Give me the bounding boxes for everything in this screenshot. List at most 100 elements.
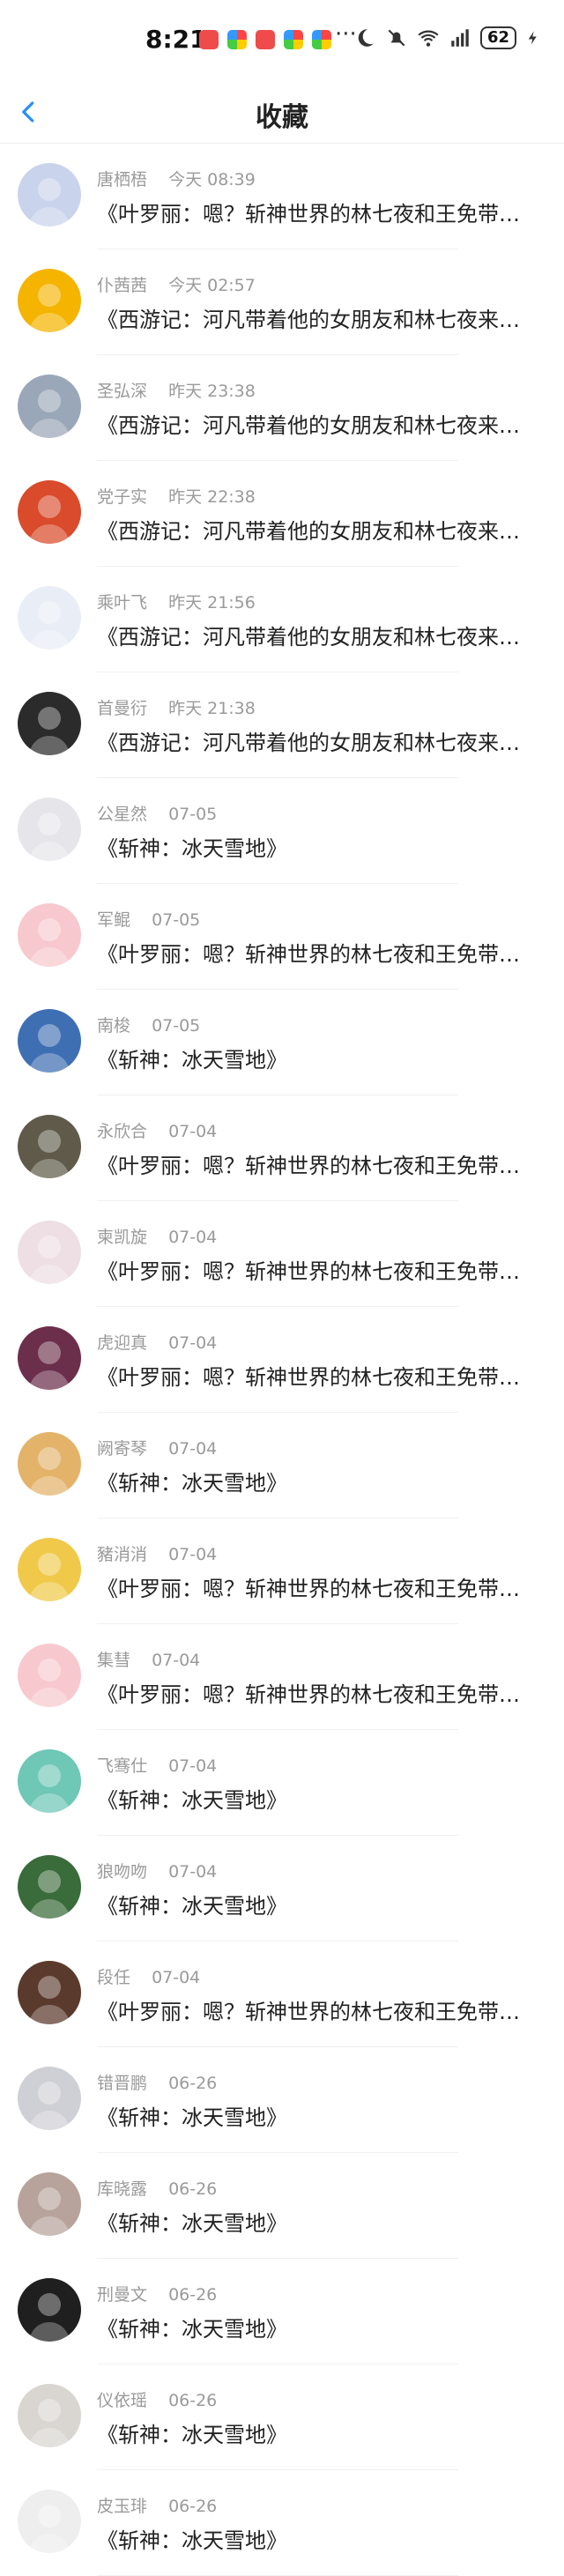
list-item[interactable]: 库晓露 06-26 《斩神：冰天雪地》 — [0, 2153, 564, 2259]
author-name: 柬凯旋 — [97, 1228, 148, 1247]
avatar[interactable] — [18, 1749, 81, 1813]
item-title: 《叶罗丽：嗯？斩神世界的林七夜和王免带… — [97, 1154, 520, 1178]
item-title: 《斩神：冰天雪地》 — [97, 1471, 287, 1496]
author-name: 仪依瑶 — [97, 2391, 148, 2410]
timestamp: 06-26 — [168, 2285, 218, 2305]
signal-icon — [449, 26, 471, 49]
avatar[interactable] — [18, 1432, 81, 1496]
notification-icons — [199, 30, 331, 49]
avatar[interactable] — [18, 903, 81, 967]
item-meta: 刑曼文 06-26 — [97, 2282, 217, 2305]
status-bar: 8:21 ··· 62 — [0, 0, 564, 81]
avatar[interactable] — [18, 1961, 81, 2024]
avatar[interactable] — [18, 2067, 81, 2130]
item-title: 《西游记：河凡带着他的女朋友和林七夜来… — [97, 731, 520, 755]
item-title: 《斩神：冰天雪地》 — [97, 2105, 287, 2130]
timestamp: 06-26 — [168, 2497, 218, 2516]
item-meta: 仆茜茜 今天 02:57 — [97, 272, 256, 296]
author-name: 刑曼文 — [97, 2285, 148, 2305]
list-item[interactable]: 圣弘深 昨天 23:38 《西游记：河凡带着他的女朋友和林七夜来… — [0, 355, 564, 461]
author-name: 虎迎真 — [97, 1333, 148, 1353]
list-item[interactable]: 公星然 07-05 《斩神：冰天雪地》 — [0, 778, 564, 884]
author-name: 军鲲 — [97, 910, 131, 930]
list-item[interactable]: 首曼衍 昨天 21:38 《西游记：河凡带着他的女朋友和林七夜来… — [0, 672, 564, 778]
list-item[interactable]: 皮玉琲 06-26 《斩神：冰天雪地》 — [0, 2470, 564, 2576]
avatar[interactable] — [18, 1009, 81, 1073]
mute-bell-icon — [385, 26, 408, 49]
timestamp: 07-04 — [168, 1756, 218, 1776]
status-time: 8:21 — [145, 25, 207, 54]
item-title: 《叶罗丽：嗯？斩神世界的林七夜和王免带… — [97, 1365, 520, 1390]
item-meta: 柬凯旋 07-04 — [97, 1224, 217, 1248]
list-item[interactable]: 仆茜茜 今天 02:57 《西游记：河凡带着他的女朋友和林七夜来… — [0, 249, 564, 355]
item-title: 《斩神：冰天雪地》 — [97, 2423, 287, 2447]
author-name: 唐栖梧 — [97, 170, 148, 189]
item-meta: 段任 07-04 — [97, 1964, 200, 1988]
list-item[interactable]: 集彗 07-04 《叶罗丽：嗯？斩神世界的林七夜和王免带… — [0, 1624, 564, 1730]
item-meta: 公星然 07-05 — [97, 801, 217, 825]
item-title: 《斩神：冰天雪地》 — [97, 1048, 287, 1073]
item-title: 《斩神：冰天雪地》 — [97, 2317, 287, 2342]
avatar[interactable] — [18, 375, 81, 438]
item-title: 《斩神：冰天雪地》 — [97, 1894, 287, 1919]
item-meta: 乘叶飞 昨天 21:56 — [97, 590, 256, 613]
list-item[interactable]: 军鲲 07-05 《叶罗丽：嗯？斩神世界的林七夜和王免带… — [0, 884, 564, 990]
list-item[interactable]: 阙寄琴 07-04 《斩神：冰天雪地》 — [0, 1413, 564, 1518]
app-notification-icon — [312, 30, 331, 49]
list-item[interactable]: 段任 07-04 《叶罗丽：嗯？斩神世界的林七夜和王免带… — [0, 1941, 564, 2047]
list-item[interactable]: 党子实 昨天 22:38 《西游记：河凡带着他的女朋友和林七夜来… — [0, 461, 564, 567]
item-meta: 永欣合 07-04 — [97, 1118, 217, 1142]
author-name: 首曼衍 — [97, 699, 148, 718]
list-item[interactable]: 唐栖梧 今天 08:39 《叶罗丽：嗯？斩神世界的林七夜和王免带… — [0, 144, 564, 249]
list-item[interactable]: 仪依瑶 06-26 《斩神：冰天雪地》 — [0, 2364, 564, 2470]
avatar[interactable] — [18, 1644, 81, 1707]
item-title: 《斩神：冰天雪地》 — [97, 2211, 287, 2236]
list-item[interactable]: 飞骞仕 07-04 《斩神：冰天雪地》 — [0, 1730, 564, 1836]
avatar[interactable] — [18, 692, 81, 755]
avatar[interactable] — [18, 2278, 81, 2342]
avatar[interactable] — [18, 1221, 81, 1284]
list-item[interactable]: 乘叶飞 昨天 21:56 《西游记：河凡带着他的女朋友和林七夜来… — [0, 567, 564, 672]
timestamp: 07-04 — [168, 1122, 218, 1141]
author-name: 仆茜茜 — [97, 276, 148, 295]
item-title: 《斩神：冰天雪地》 — [97, 836, 287, 861]
avatar[interactable] — [18, 163, 81, 226]
avatar[interactable] — [18, 798, 81, 861]
avatar[interactable] — [18, 2172, 81, 2236]
battery-indicator: 62 — [479, 26, 516, 49]
list-item[interactable]: 错晋鹏 06-26 《斩神：冰天雪地》 — [0, 2047, 564, 2153]
item-title: 《西游记：河凡带着他的女朋友和林七夜来… — [97, 413, 520, 438]
list-item[interactable]: 柬凯旋 07-04 《叶罗丽：嗯？斩神世界的林七夜和王免带… — [0, 1201, 564, 1307]
avatar[interactable] — [18, 2490, 81, 2553]
item-title: 《叶罗丽：嗯？斩神世界的林七夜和王免带… — [97, 202, 520, 226]
avatar[interactable] — [18, 2384, 81, 2447]
list-item[interactable]: 永欣合 07-04 《叶罗丽：嗯？斩神世界的林七夜和王免带… — [0, 1095, 564, 1201]
timestamp: 06-26 — [168, 2391, 218, 2410]
timestamp: 07-05 — [152, 1016, 201, 1036]
avatar[interactable] — [18, 269, 81, 332]
item-meta: 党子实 昨天 22:38 — [97, 484, 256, 508]
avatar[interactable] — [18, 1115, 81, 1178]
timestamp: 06-26 — [168, 2074, 218, 2093]
avatar[interactable] — [18, 480, 81, 544]
author-name: 永欣合 — [97, 1122, 148, 1141]
item-title: 《西游记：河凡带着他的女朋友和林七夜来… — [97, 625, 520, 650]
avatar[interactable] — [18, 1538, 81, 1601]
author-name: 公星然 — [97, 805, 148, 824]
timestamp: 昨天 23:38 — [168, 382, 256, 401]
list-item[interactable]: 南梭 07-05 《斩神：冰天雪地》 — [0, 990, 564, 1095]
author-name: 圣弘深 — [97, 382, 148, 401]
list-item[interactable]: 狼吻吻 07-04 《斩神：冰天雪地》 — [0, 1836, 564, 1941]
item-title: 《西游记：河凡带着他的女朋友和林七夜来… — [97, 519, 520, 544]
list-item[interactable]: 虎迎真 07-04 《叶罗丽：嗯？斩神世界的林七夜和王免带… — [0, 1307, 564, 1413]
item-title: 《斩神：冰天雪地》 — [97, 1788, 287, 1813]
list-item[interactable]: 豬消消 07-04 《叶罗丽：嗯？斩神世界的林七夜和王免带… — [0, 1518, 564, 1624]
avatar[interactable] — [18, 1326, 81, 1390]
avatar[interactable] — [18, 1855, 81, 1919]
item-meta: 首曼衍 昨天 21:38 — [97, 695, 256, 719]
avatar[interactable] — [18, 586, 81, 650]
list-item[interactable]: 刑曼文 06-26 《斩神：冰天雪地》 — [0, 2259, 564, 2364]
item-meta: 狼吻吻 07-04 — [97, 1859, 217, 1882]
item-meta: 豬消消 07-04 — [97, 1541, 217, 1565]
item-title: 《叶罗丽：嗯？斩神世界的林七夜和王免带… — [97, 942, 520, 967]
